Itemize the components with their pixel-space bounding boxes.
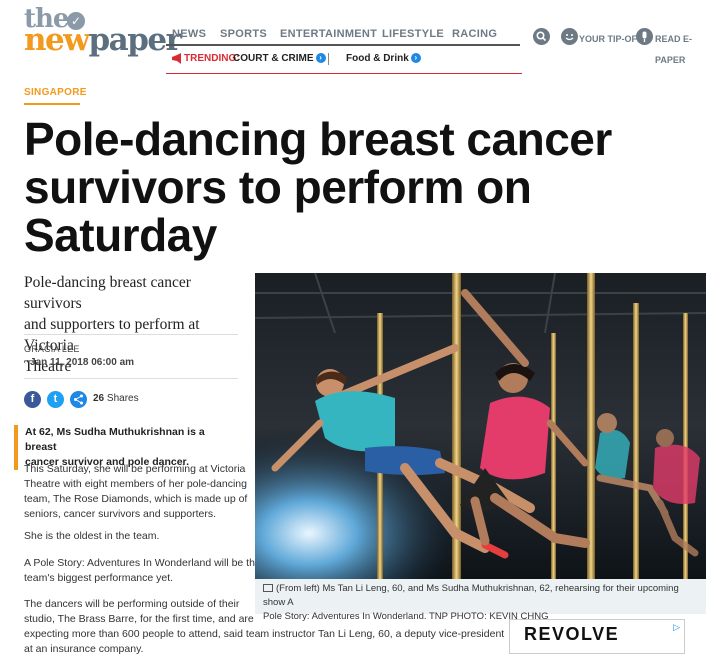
photo-caption: (From left) Ms Tan Li Leng, 60, and Ms S… [255, 579, 706, 622]
nav-racing[interactable]: RACING [452, 28, 497, 40]
microphone-icon[interactable] [636, 28, 653, 45]
nav-news[interactable]: NEWS [172, 28, 206, 40]
ad-brand: REVOLVE [524, 624, 620, 644]
article-paragraph: A Pole Story: Adventures In Wonderland w… [24, 557, 261, 584]
divider [24, 334, 238, 335]
publish-date: ◔Jan 11, 2018 06:00 am [24, 357, 135, 368]
share-icon[interactable] [70, 391, 87, 408]
twitter-share-icon[interactable]: t [47, 391, 64, 408]
ad-banner[interactable]: REVOLVE ▷ [509, 619, 685, 654]
read-epaper-link-line1[interactable]: READ E- [655, 34, 692, 44]
trending-court-crime[interactable]: COURT & CRIME › [233, 53, 326, 64]
trending-label: TRENDING: [184, 53, 240, 64]
arrow-right-icon: › [410, 53, 421, 63]
nav-lifestyle[interactable]: LIFESTYLE [382, 28, 444, 40]
trending-bar: TRENDING: COURT & CRIME › Food & Drink › [166, 48, 522, 74]
share-count: 26 Shares [93, 393, 139, 404]
section-underline [24, 103, 80, 105]
divider [24, 378, 238, 379]
logo-newpaper: newpaper [24, 22, 182, 58]
article-paragraph: She is the oldest in the team. [24, 530, 160, 542]
divider [328, 53, 329, 65]
adchoices-icon[interactable]: ▷ [673, 622, 680, 633]
article-paragraph: This Saturday, she will be performing at… [24, 463, 248, 520]
article-headline: Pole-dancing breast cancer survivors to … [24, 113, 612, 261]
megaphone-icon [172, 53, 181, 64]
arrow-right-icon: › [315, 53, 326, 63]
main-nav: NEWS SPORTS ENTERTAINMENT LIFESTYLE RACI… [166, 22, 520, 46]
nav-entertainment[interactable]: ENTERTAINMENT [280, 28, 377, 40]
facebook-share-icon[interactable]: f [24, 391, 41, 408]
author-name[interactable]: GRACIA LEE [24, 344, 80, 354]
trending-food-drink[interactable]: Food & Drink › [346, 53, 421, 64]
read-epaper-link-line2[interactable]: PAPER [655, 55, 685, 65]
section-label[interactable]: SINGAPORE [24, 87, 87, 98]
site-logo[interactable]: the ✓ newpaper [24, 4, 182, 58]
search-icon[interactable] [533, 28, 550, 45]
smiley-icon[interactable] [561, 28, 578, 45]
nav-sports[interactable]: SPORTS [220, 28, 267, 40]
image-icon [263, 584, 273, 592]
article-photo[interactable] [255, 273, 706, 579]
